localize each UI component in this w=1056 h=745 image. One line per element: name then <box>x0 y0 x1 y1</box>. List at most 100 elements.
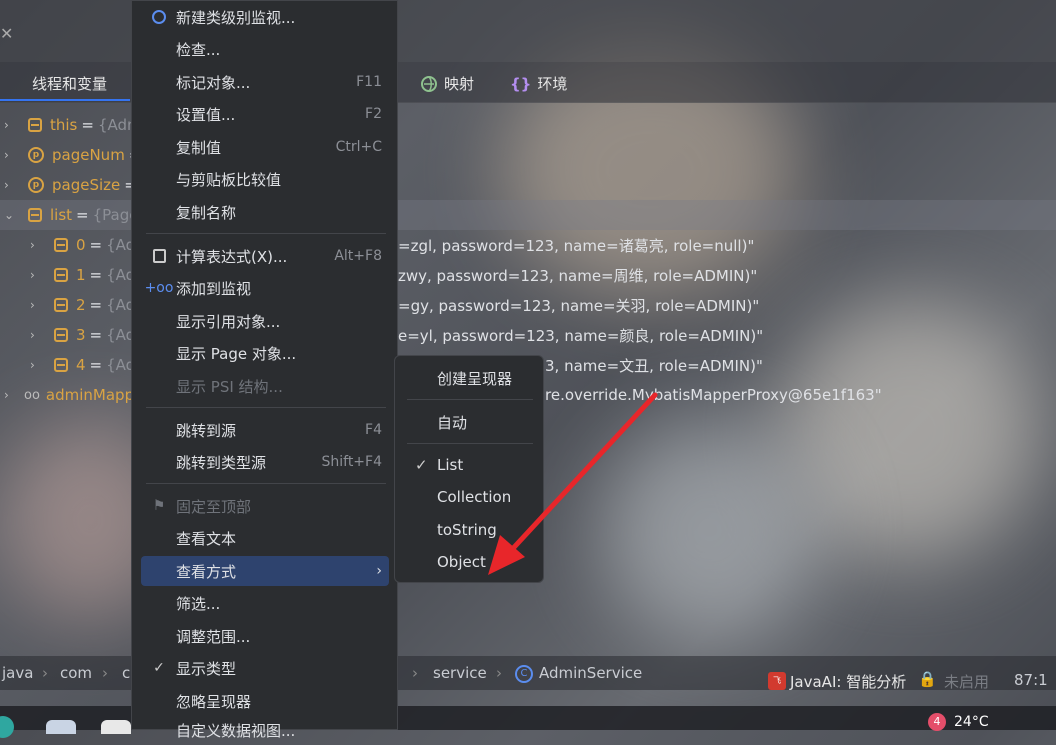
variable-name: 4 <box>76 356 86 374</box>
cursor-position[interactable]: 87:1 <box>1014 671 1048 689</box>
javaai-logo-icon: 飞 <box>768 672 786 690</box>
breadcrumb-item[interactable]: c <box>122 664 130 682</box>
menu-item-jump-to-type-source[interactable]: 跳转到类型源 Shift+F4 <box>141 447 389 477</box>
equals-sign: = <box>89 356 103 374</box>
tab-mappings[interactable]: 映射 <box>420 73 474 94</box>
chevron-right-icon[interactable]: › <box>4 118 16 132</box>
menu-item-new-class-watch[interactable]: 新建类级别监视... <box>141 2 389 32</box>
menu-item-label: 复制值 <box>176 138 222 157</box>
menu-item-shortcut: Alt+F8 <box>334 248 382 264</box>
variable-name: 1 <box>76 266 86 284</box>
close-icon[interactable]: ✕ <box>0 24 13 43</box>
taskbar-app-icon[interactable] <box>101 720 131 734</box>
chevron-right-icon[interactable]: › <box>30 268 42 282</box>
variable-name: this <box>50 116 78 134</box>
field-icon <box>54 268 68 282</box>
breadcrumb-item[interactable]: service <box>433 664 487 682</box>
checkmark-icon: ✓ <box>415 456 428 474</box>
breadcrumb-item[interactable]: java <box>2 664 33 682</box>
disabled-status: 未启用 <box>944 673 990 691</box>
equals-sign: = <box>89 296 103 314</box>
menu-item-inspect[interactable]: 检查... <box>141 34 389 64</box>
menu-item-view-as[interactable]: 查看方式 › <box>141 556 389 586</box>
menu-item-shortcut: F2 <box>365 106 382 122</box>
chevron-right-icon[interactable]: › <box>4 148 16 162</box>
menu-item-ignore-renderers[interactable]: 忽略呈现器 <box>141 686 389 716</box>
menu-item-set-value[interactable]: 设置值... F2 <box>141 99 389 129</box>
lock-icon[interactable]: 🔒 <box>918 670 937 688</box>
chevron-right-icon[interactable]: › <box>4 388 16 402</box>
taskbar-app-icon[interactable] <box>46 720 76 734</box>
chevron-right-icon[interactable]: › <box>30 358 42 372</box>
parameter-icon: p <box>28 177 44 193</box>
breadcrumb-separator: › <box>496 664 502 682</box>
breadcrumb-separator: › <box>42 664 48 682</box>
watch-glasses-icon: oo <box>24 387 40 403</box>
menu-item-label: 添加到监视 <box>176 279 252 298</box>
menu-item-copy-name[interactable]: 复制名称 <box>141 197 389 227</box>
tab-threads-variables[interactable]: 线程和变量 <box>32 73 107 94</box>
variable-name: 2 <box>76 296 86 314</box>
add-watch-icon: +oo <box>144 280 174 296</box>
breadcrumb-item[interactable]: AdminService <box>539 664 642 682</box>
menu-item-evaluate-expression[interactable]: 计算表达式(X)... Alt+F8 <box>141 241 389 271</box>
red-arrow-annotation <box>488 392 658 575</box>
submenu-item-list[interactable]: List <box>437 456 463 474</box>
flag-icon: ⚑ <box>152 498 166 514</box>
chevron-right-icon[interactable]: › <box>30 298 42 312</box>
menu-item-customize-data-views[interactable]: 自定义数据视图... <box>141 715 389 745</box>
variable-name: adminMapp <box>45 386 135 404</box>
javaai-status[interactable]: JavaAI: 智能分析 <box>790 671 906 692</box>
menu-item-show-types[interactable]: ✓ 显示类型 <box>141 653 389 683</box>
chevron-right-icon[interactable]: › <box>30 238 42 252</box>
menu-item-show-page-objects[interactable]: 显示 Page 对象... <box>141 338 389 368</box>
menu-item-shortcut: F4 <box>365 422 382 438</box>
menu-item-label: 与剪贴板比较值 <box>176 170 282 189</box>
menu-item-adjust-range[interactable]: 调整范围... <box>141 621 389 651</box>
menu-item-view-text[interactable]: 查看文本 <box>141 523 389 553</box>
chevron-down-icon[interactable]: ⌄ <box>4 208 16 222</box>
weather-badge[interactable]: 4 <box>928 713 946 731</box>
menu-item-show-referring-objects[interactable]: 显示引用对象... <box>141 306 389 336</box>
menu-item-label: 显示 Page 对象... <box>176 344 297 363</box>
chevron-right-icon: › <box>376 563 382 579</box>
variable-name: pageNum <box>52 146 125 164</box>
submenu-item-object[interactable]: Object <box>437 553 486 571</box>
variable-name: list <box>50 206 73 224</box>
menu-separator <box>146 407 386 408</box>
menu-item-mark-object[interactable]: 标记对象... F11 <box>141 67 389 97</box>
menu-item-filter[interactable]: 筛选... <box>141 588 389 618</box>
taskbar-app-icon[interactable] <box>0 716 14 738</box>
menu-item-jump-to-source[interactable]: 跳转到源 F4 <box>141 415 389 445</box>
variable-value-tail: e=yl, password=123, name=颜良, role=ADMIN)… <box>398 326 764 345</box>
menu-item-label: 显示引用对象... <box>176 312 281 331</box>
tab-environment[interactable]: {} 环境 <box>510 73 567 94</box>
temperature[interactable]: 24°C <box>954 714 989 730</box>
checkmark-icon: ✓ <box>153 660 165 676</box>
chevron-right-icon[interactable]: › <box>4 178 16 192</box>
menu-item-label: 检查... <box>176 40 221 59</box>
menu-item-label: 计算表达式(X)... <box>176 247 288 266</box>
breadcrumb-separator: › <box>412 664 418 682</box>
submenu-item-auto[interactable]: 自动 <box>437 412 467 433</box>
menu-item-shortcut: Ctrl+C <box>335 139 382 155</box>
breadcrumb-item[interactable]: com <box>60 664 92 682</box>
menu-item-label: 筛选... <box>176 594 221 613</box>
variable-name: 3 <box>76 326 86 344</box>
equals-sign: = <box>76 206 89 224</box>
equals-sign: = <box>89 326 103 344</box>
menu-item-copy-value[interactable]: 复制值 Ctrl+C <box>141 132 389 162</box>
menu-item-add-to-watches[interactable]: +oo 添加到监视 <box>141 273 389 303</box>
menu-item-label: 查看方式 <box>176 562 237 581</box>
menu-item-label: 跳转到类型源 <box>176 453 267 472</box>
field-icon <box>54 298 68 312</box>
menu-item-label: 忽略呈现器 <box>176 692 252 711</box>
menu-item-label: 设置值... <box>176 105 236 124</box>
field-icon <box>28 208 42 222</box>
chevron-right-icon[interactable]: › <box>30 328 42 342</box>
breadcrumb-separator: › <box>102 664 108 682</box>
variable-value-tail: zwy, password=123, name=周维, role=ADMIN)" <box>398 266 758 285</box>
menu-item-compare-clipboard[interactable]: 与剪贴板比较值 <box>141 164 389 194</box>
watch-icon <box>150 8 168 26</box>
field-icon <box>54 238 68 252</box>
